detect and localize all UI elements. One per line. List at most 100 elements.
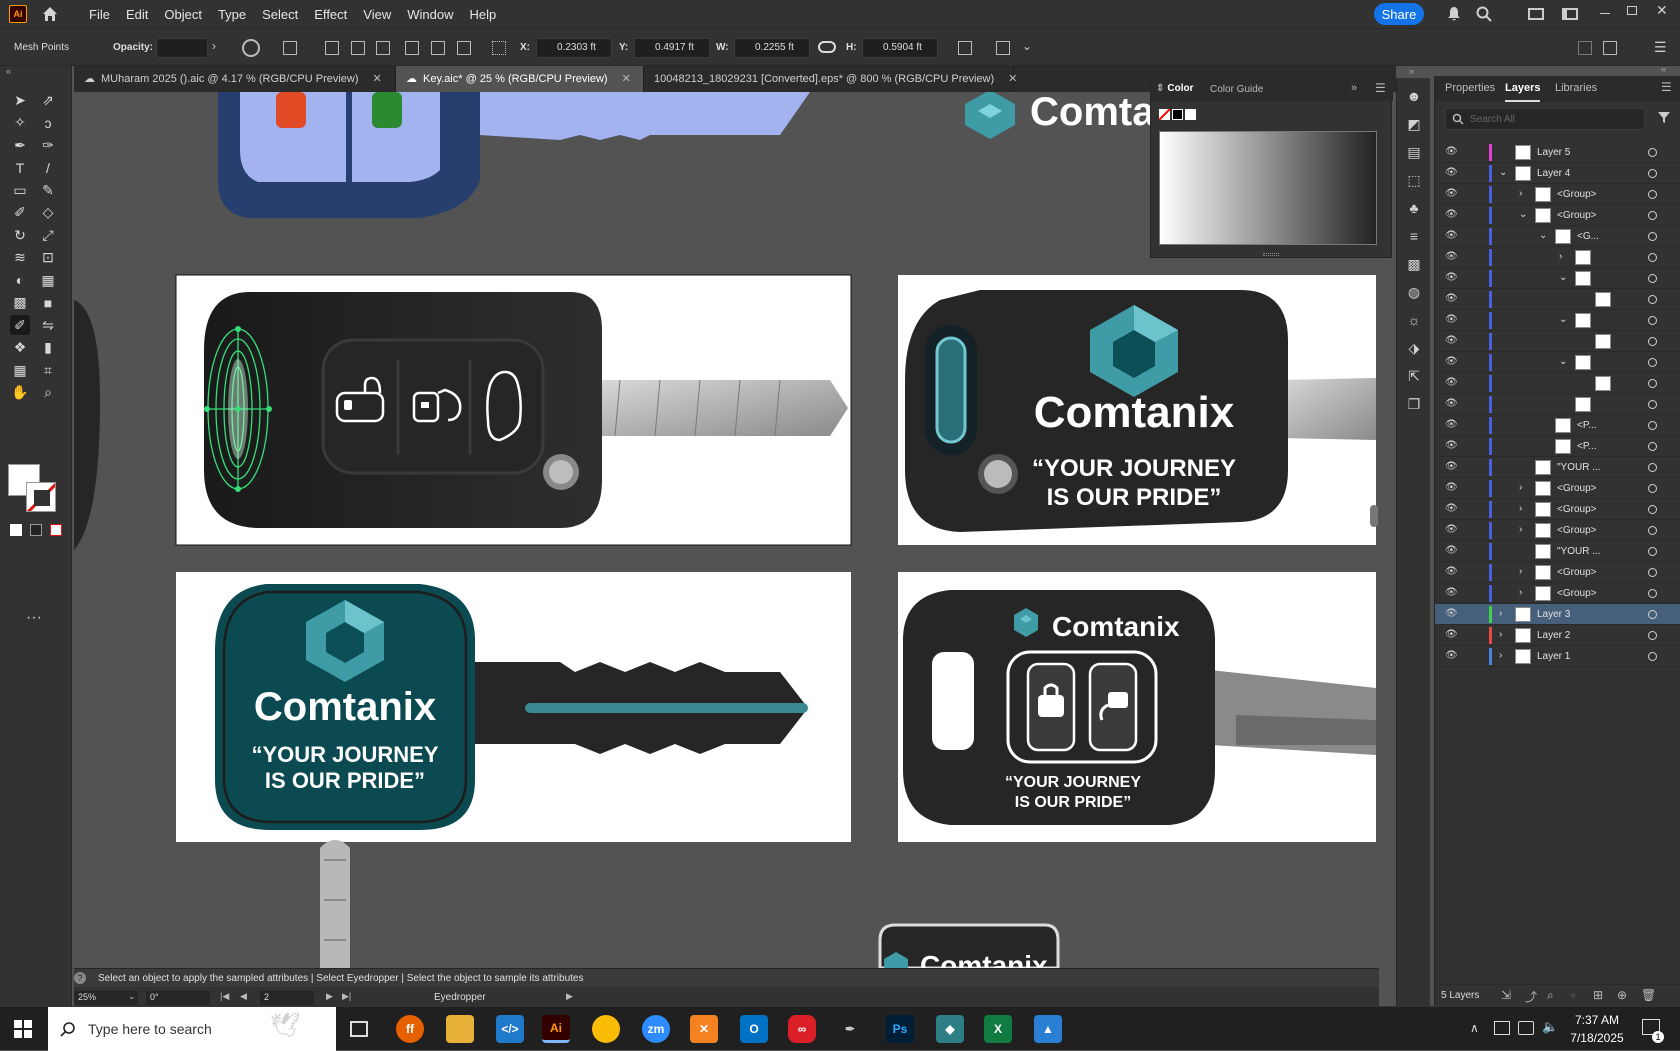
appearance-panel-icon[interactable]: ☻ (1405, 88, 1423, 106)
new-layer-icon[interactable]: ⊕ (1617, 988, 1627, 1002)
menu-effect[interactable]: Effect (314, 7, 347, 22)
collapse-dock-icon[interactable]: « (1661, 64, 1666, 74)
home-icon[interactable] (41, 5, 59, 23)
target-circle-icon[interactable] (1648, 316, 1657, 325)
new-sublayer-icon[interactable]: ⊞ (1593, 988, 1603, 1002)
align-center-icon[interactable] (351, 41, 365, 55)
target-circle-icon[interactable] (1648, 505, 1657, 514)
none-mode-icon[interactable] (50, 524, 62, 536)
layer-row[interactable]: 👁 › Layer 1 (1435, 646, 1680, 667)
link-proportions-icon[interactable] (818, 41, 836, 53)
type-tool-icon[interactable]: T (10, 158, 30, 178)
illustrator-taskbar-icon[interactable]: Ai (542, 1015, 570, 1043)
prev-artboard-icon[interactable]: ◀ (240, 991, 247, 1002)
fit-icon[interactable] (958, 41, 972, 55)
target-circle-icon[interactable] (1648, 442, 1657, 451)
pathfinder-panel-icon[interactable]: ⬚ (1405, 172, 1423, 190)
layers-menu-icon[interactable]: ☰ (1661, 80, 1672, 94)
layer-row[interactable]: 👁 <P... (1435, 415, 1680, 436)
target-circle-icon[interactable] (1648, 652, 1657, 661)
visibility-eye-icon[interactable]: 👁 (1445, 252, 1458, 262)
windows-start-icon[interactable] (14, 1020, 32, 1038)
blend-tool-icon[interactable]: ⇋ (38, 315, 58, 335)
zoom-chevron-icon[interactable]: ⌄ (128, 991, 136, 1002)
collapse-chevron-icon[interactable]: ⌄ (1559, 314, 1567, 325)
creative-cloud-icon[interactable]: ∞ (788, 1015, 816, 1043)
visibility-eye-icon[interactable]: 👁 (1445, 273, 1458, 283)
swatches-panel-icon[interactable]: ▩ (1405, 256, 1423, 274)
visibility-eye-icon[interactable]: 👁 (1445, 378, 1458, 388)
h-field[interactable]: 0.5904 ft (862, 38, 938, 58)
arrange-icon[interactable] (1578, 41, 1592, 55)
visibility-eye-icon[interactable]: 👁 (1445, 588, 1458, 598)
graphic-styles-panel-icon[interactable]: ☼ (1405, 312, 1423, 330)
expand-chevron-icon[interactable]: › (1519, 503, 1522, 514)
target-circle-icon[interactable] (1648, 337, 1657, 346)
task-view-icon[interactable] (350, 1021, 368, 1037)
vscode-icon[interactable]: </> (496, 1015, 524, 1043)
visibility-eye-icon[interactable]: 👁 (1445, 210, 1458, 220)
panel-options-icon[interactable] (1603, 41, 1617, 55)
collapse-chevron-icon[interactable]: ⌄ (1499, 167, 1507, 178)
more-tools-icon[interactable]: ··· (26, 609, 42, 627)
visibility-eye-icon[interactable]: 👁 (1445, 336, 1458, 346)
hand-tool-icon[interactable]: ✋ (10, 383, 30, 403)
layer-row[interactable]: 👁 ⌄ (1435, 268, 1680, 289)
tab-layers[interactable]: Layers (1505, 82, 1541, 102)
tab-libraries[interactable]: Libraries (1555, 82, 1597, 94)
eyedropper-tool-icon[interactable]: ✐ (10, 315, 30, 335)
pen-tool-app-icon[interactable]: ✒ (836, 1015, 864, 1043)
pen-tool-icon[interactable]: ✒ (10, 135, 30, 155)
help-icon[interactable]: ? (74, 972, 86, 984)
transform-icon[interactable] (283, 41, 297, 55)
rectangle-tool-icon[interactable]: ▭ (10, 180, 30, 200)
zoom-app-icon[interactable]: zm (642, 1015, 670, 1043)
visibility-eye-icon[interactable]: 👁 (1445, 231, 1458, 241)
opacity-field[interactable] (156, 38, 208, 58)
target-circle-icon[interactable] (1648, 358, 1657, 367)
app-hex-icon[interactable]: ◆ (936, 1015, 964, 1043)
wifi-icon[interactable] (1518, 1021, 1534, 1035)
delete-layer-icon[interactable]: 🗑 (1641, 988, 1656, 1002)
target-circle-icon[interactable] (1648, 253, 1657, 262)
y-field[interactable]: 0.4917 ft (634, 38, 710, 58)
layer-row[interactable]: 👁 "YOUR ... (1435, 541, 1680, 562)
arrange-documents-icon[interactable] (1528, 8, 1544, 20)
target-circle-icon[interactable] (1648, 568, 1657, 577)
network-icon[interactable] (1494, 1021, 1510, 1035)
opacity-chevron-icon[interactable]: › (212, 39, 216, 53)
eraser-tool-icon[interactable]: ◇ (38, 203, 58, 223)
menu-edit[interactable]: Edit (126, 7, 148, 22)
target-circle-icon[interactable] (1648, 526, 1657, 535)
expand-chevron-icon[interactable]: › (1519, 188, 1522, 199)
rotate-tool-icon[interactable]: ↻ (10, 225, 30, 245)
layer-row[interactable]: 👁 "YOUR ... (1435, 457, 1680, 478)
symbols-panel-icon[interactable]: ♣ (1405, 200, 1423, 218)
layer-row[interactable]: 👁 Layer 5 (1435, 142, 1680, 163)
collapse-chevron-icon[interactable]: ⌄ (1559, 272, 1567, 283)
artboard-tool-icon[interactable]: ▦ (10, 360, 30, 380)
layer-row[interactable]: 👁 › <Group> (1435, 583, 1680, 604)
menu-window[interactable]: Window (407, 7, 453, 22)
volume-icon[interactable]: 🔈 (1542, 1019, 1558, 1035)
visibility-eye-icon[interactable]: 👁 (1445, 147, 1458, 157)
expand-chevron-icon[interactable]: › (1519, 587, 1522, 598)
none-swatch[interactable] (1159, 109, 1170, 120)
visibility-eye-icon[interactable]: 👁 (1445, 168, 1458, 178)
stroke-swatch[interactable] (26, 482, 56, 512)
visibility-eye-icon[interactable]: 👁 (1445, 420, 1458, 430)
gradient-mode-icon[interactable] (30, 524, 42, 536)
layers-search-input[interactable]: Search All (1445, 108, 1645, 130)
expand-chevron-icon[interactable]: › (1559, 251, 1562, 262)
tray-expand-icon[interactable]: ∧ (1470, 1021, 1479, 1035)
photos-icon[interactable]: ▲ (1034, 1015, 1062, 1043)
target-circle-icon[interactable] (1648, 421, 1657, 430)
menu-select[interactable]: Select (262, 7, 298, 22)
hamburger-menu-icon[interactable]: ☰ (1654, 39, 1667, 56)
layer-row[interactable]: 👁 › <Group> (1435, 499, 1680, 520)
expand-chevron-icon[interactable]: › (1499, 608, 1502, 619)
visibility-eye-icon[interactable]: 👁 (1445, 483, 1458, 493)
visibility-eye-icon[interactable]: 👁 (1445, 441, 1458, 451)
visibility-eye-icon[interactable]: 👁 (1445, 651, 1458, 661)
more-options-chevron-icon[interactable]: ⌄ (1022, 39, 1032, 53)
